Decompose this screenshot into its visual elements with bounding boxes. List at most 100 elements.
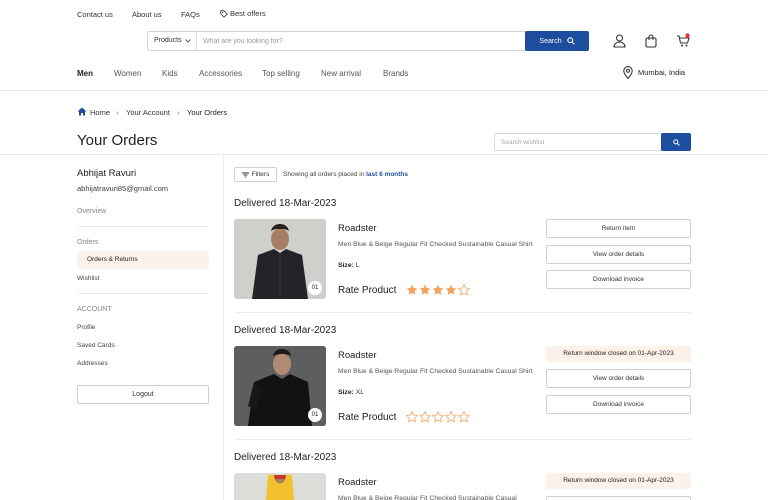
search-button-label: Search [539, 37, 562, 45]
product-size: Size: XL [338, 389, 364, 396]
sidebar-item-wishlist[interactable]: Wishlist [77, 275, 99, 282]
wishlist-search-button[interactable] [661, 133, 691, 151]
product-size-label: Size: [338, 389, 354, 396]
nav-brands[interactable]: Brands [383, 69, 408, 78]
nav-new-arrival[interactable]: New arrival [321, 69, 361, 78]
sidebar-orders-heading: Orders [77, 239, 99, 246]
order-status: Delivered 18-Mar-2023 [234, 198, 337, 209]
star-filled-icon[interactable] [432, 284, 444, 296]
rate-product-label: Rate Product [338, 285, 397, 296]
header-divider [0, 90, 768, 91]
orders-period-note: Showing all orders placed in last 6 mont… [283, 171, 408, 178]
star-outline-icon[interactable] [419, 411, 431, 423]
orders-period-prefix: Showing all orders placed in [283, 171, 365, 178]
sidebar-divider [223, 155, 224, 500]
location-selector[interactable]: Mumbai, India [623, 66, 685, 79]
logout-button[interactable]: Logout [77, 385, 209, 404]
product-description: Men Blue & Beige Regular Fit Checked Sus… [338, 368, 533, 375]
order-status: Delivered 18-Mar-2023 [234, 325, 337, 336]
product-size-label: Size: [338, 262, 354, 269]
user-email: abhijatravuri85@gmail.com [77, 184, 168, 193]
star-rating[interactable] [406, 411, 470, 423]
cart-icon[interactable] [676, 33, 691, 48]
nav-top-selling[interactable]: Top selling [262, 69, 300, 78]
product-size: Size: L [338, 262, 360, 269]
magnifier-icon [672, 138, 680, 146]
search-button[interactable]: Search [525, 31, 589, 51]
view-order-details-button[interactable] [546, 496, 691, 500]
star-rating[interactable] [406, 284, 470, 296]
orders-period-value[interactable]: last 6 months [366, 171, 408, 178]
star-outline-icon[interactable] [406, 411, 418, 423]
star-filled-icon[interactable] [445, 284, 457, 296]
bag-icon[interactable] [645, 34, 657, 48]
product-image[interactable] [234, 473, 326, 500]
star-filled-icon[interactable] [419, 284, 431, 296]
order-status: Delivered 18-Mar-2023 [234, 452, 337, 463]
star-filled-icon[interactable] [406, 284, 418, 296]
nav-men[interactable]: Men [77, 69, 93, 78]
sidebar-item-overview[interactable]: Overview [77, 208, 106, 215]
best-offers-link[interactable]: Best offers [220, 9, 266, 18]
download-invoice-button[interactable]: Download invoice [546, 270, 691, 289]
filters-label: Filters [251, 171, 270, 178]
category-select-value: Products [154, 37, 182, 44]
best-offers-label: Best offers [230, 9, 266, 18]
breadcrumb-home[interactable]: Home [90, 108, 110, 117]
search-bar: Products Search [147, 31, 589, 51]
category-select[interactable]: Products [148, 32, 197, 50]
sidebar-account-heading: ACCOUNT [77, 306, 112, 313]
about-us-link[interactable]: About us [132, 10, 162, 19]
sidebar-item-addresses[interactable]: Addresses [77, 360, 108, 367]
rate-product-label: Rate Product [338, 412, 397, 423]
quantity-badge: 01 [308, 281, 322, 295]
return-window-notice: Return window closed on 01-Apr-2023 [546, 473, 691, 489]
download-invoice-button[interactable]: Download invoice [546, 395, 691, 414]
magnifier-icon [566, 37, 575, 45]
view-order-details-button[interactable]: View order details [546, 369, 691, 388]
user-icon[interactable] [613, 34, 626, 48]
product-size-value: XL [355, 389, 365, 396]
product-image[interactable]: 01 [234, 346, 326, 426]
location-label: Mumbai, India [638, 68, 686, 77]
user-name: Abhijat Ravuri [77, 168, 137, 179]
quantity-badge: 01 [308, 408, 322, 422]
sidebar-item-profile[interactable]: Profile [77, 324, 95, 331]
search-input[interactable] [203, 35, 518, 47]
chevron-down-icon [185, 39, 191, 43]
faqs-link[interactable]: FAQs [181, 10, 200, 19]
nav-women[interactable]: Women [114, 69, 141, 78]
product-brand[interactable]: Roadster [338, 477, 377, 488]
breadcrumb-separator: › [177, 108, 180, 117]
star-outline-icon[interactable] [458, 411, 470, 423]
sidebar-item-orders-returns[interactable]: Orders & Returns [77, 251, 209, 269]
contact-us-link[interactable]: Contact us [77, 10, 113, 19]
product-size-value: L [355, 262, 360, 269]
product-image[interactable]: 01 [234, 219, 326, 299]
view-order-details-button[interactable]: View order details [546, 245, 691, 264]
breadcrumb-separator: › [116, 108, 119, 117]
map-pin-icon [623, 66, 633, 79]
page-title: Your Orders [77, 132, 158, 149]
product-description: Men Blue & Beige Regular Fit Checked Sus… [338, 495, 517, 500]
product-description: Men Blue & Beige Regular Fit Checked Sus… [338, 241, 533, 248]
order-divider [234, 439, 691, 440]
breadcrumb-your-account[interactable]: Your Account [126, 108, 170, 117]
nav-accessories[interactable]: Accessories [199, 69, 242, 78]
content-divider [0, 154, 768, 155]
wishlist-search [494, 133, 691, 151]
star-outline-icon[interactable] [445, 411, 457, 423]
wishlist-search-input[interactable] [501, 137, 651, 147]
breadcrumb-your-orders: Your Orders [187, 108, 228, 117]
sidebar-divider [77, 226, 209, 227]
nav-kids[interactable]: Kids [162, 69, 178, 78]
home-icon[interactable] [77, 107, 87, 116]
sidebar-item-saved-cards[interactable]: Saved Cards [77, 342, 115, 349]
return-item-button[interactable]: Return item [546, 219, 691, 238]
product-brand[interactable]: Roadster [338, 223, 377, 234]
filters-button[interactable]: Filters [234, 167, 277, 182]
star-outline-icon[interactable] [432, 411, 444, 423]
star-outline-icon[interactable] [458, 284, 470, 296]
return-window-notice: Return window closed on 01-Apr-2023 [546, 346, 691, 362]
product-brand[interactable]: Roadster [338, 350, 377, 361]
